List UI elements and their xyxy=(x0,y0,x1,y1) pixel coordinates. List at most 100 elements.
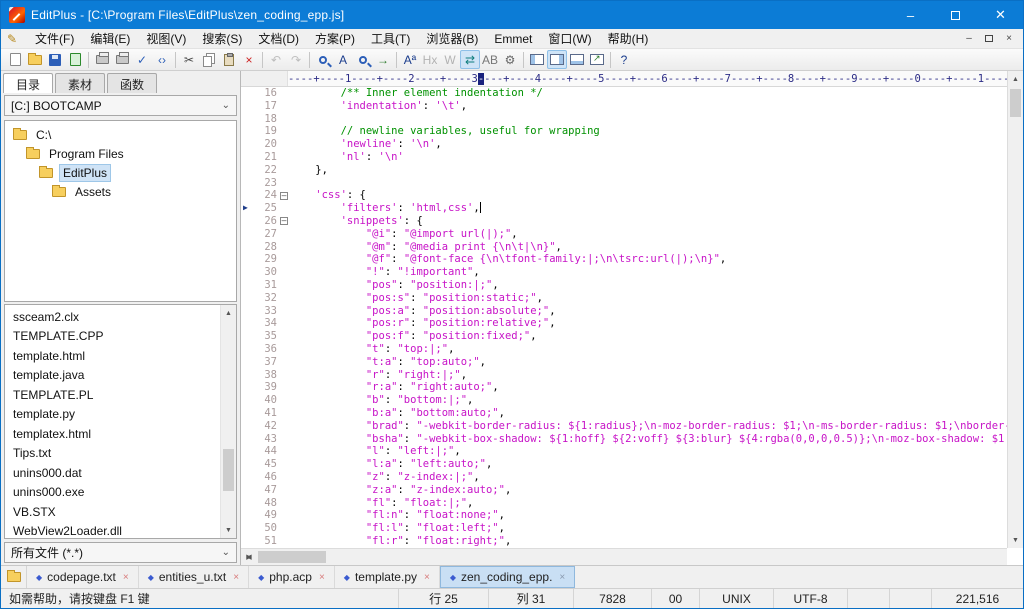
editor-area[interactable]: ----+----1----+----2----+----3----+----4… xyxy=(241,71,1023,565)
list-item[interactable]: TEMPLATE.CPP xyxy=(5,327,219,347)
menu-item-edit[interactable]: 编辑(E) xyxy=(82,30,138,48)
paste-button[interactable] xyxy=(219,50,239,69)
code-line[interactable]: 22 }, xyxy=(241,164,1007,177)
menu-item-help[interactable]: 帮助(H) xyxy=(600,30,657,48)
code-line[interactable]: 51 "fl:r": "float:right;", xyxy=(241,535,1007,548)
code-line[interactable]: 16 /** Inner element indentation */ xyxy=(241,87,1007,100)
code-line[interactable]: 49 "fl:n": "float:none;", xyxy=(241,509,1007,522)
code-line[interactable]: 46 "z": "z-index:|;", xyxy=(241,471,1007,484)
tree-item[interactable]: C:\ xyxy=(5,125,236,144)
menu-item-view[interactable]: 视图(V) xyxy=(138,30,194,48)
scroll-thumb[interactable] xyxy=(258,551,326,563)
list-item[interactable]: TEMPLATE.PL xyxy=(5,385,219,405)
code-line[interactable]: 27 "@i": "@import url(|);", xyxy=(241,228,1007,241)
sidebar-tab-functions[interactable]: 函数 xyxy=(107,73,157,93)
save-button[interactable] xyxy=(45,50,65,69)
find-button[interactable] xyxy=(313,50,333,69)
code-line[interactable]: 41 "b:a": "bottom:auto;", xyxy=(241,407,1007,420)
output-window-toggle[interactable] xyxy=(567,50,587,69)
close-tab-icon[interactable]: × xyxy=(233,572,239,583)
code-line[interactable]: 43 "bsha": "-webkit-box-shadow: ${1:hoff… xyxy=(241,433,1007,446)
code-line[interactable]: 34 "pos:r": "position:relative;", xyxy=(241,317,1007,330)
maximize-button[interactable] xyxy=(933,1,978,29)
code-line[interactable]: 19 // newline variables, useful for wrap… xyxy=(241,125,1007,138)
sidebar-tab-directory[interactable]: 目录 xyxy=(3,73,53,93)
code-line[interactable]: 48 "fl": "float:|;", xyxy=(241,497,1007,510)
tree-item[interactable]: Program Files xyxy=(5,144,236,163)
code-line[interactable]: 37 "t:a": "top:auto;", xyxy=(241,356,1007,369)
drive-selector[interactable]: [C:] BOOTCAMP ⌄ xyxy=(4,95,237,116)
html-toolbar-button[interactable]: ‹› xyxy=(152,50,172,69)
list-item[interactable]: Tips.txt xyxy=(5,444,219,464)
code-line[interactable]: 20 'newline': '\n', xyxy=(241,138,1007,151)
scroll-thumb[interactable] xyxy=(1010,89,1021,117)
doc-tab-entities-u-txt[interactable]: ◆entities_u.txt× xyxy=(139,566,249,588)
mdi-close-button[interactable]: × xyxy=(999,31,1019,47)
code-line[interactable]: 24– 'css': { xyxy=(241,189,1007,202)
list-item[interactable]: template.py xyxy=(5,405,219,425)
mdi-minimize-button[interactable]: – xyxy=(959,31,979,47)
close-button[interactable]: ✕ xyxy=(978,1,1023,29)
code-line[interactable]: 30 "!": "!important", xyxy=(241,266,1007,279)
menu-item-emmet[interactable]: Emmet xyxy=(486,30,540,48)
tree-item[interactable]: Assets xyxy=(5,182,236,201)
context-help-button[interactable]: ? xyxy=(614,50,634,69)
code-line[interactable]: 31 "pos": "position:|;", xyxy=(241,279,1007,292)
code-line[interactable]: 29 "@f": "@font-face {\n\tfont-family:|;… xyxy=(241,253,1007,266)
code-line[interactable]: 26– 'snippets': { xyxy=(241,215,1007,228)
code-line[interactable]: 18 xyxy=(241,113,1007,126)
directory-window-toggle[interactable] xyxy=(527,50,547,69)
copy-button[interactable] xyxy=(199,50,219,69)
open-file-button[interactable] xyxy=(25,50,45,69)
delete-button[interactable]: × xyxy=(239,50,259,69)
menu-item-project[interactable]: 方案(P) xyxy=(307,30,363,48)
mdi-restore-button[interactable] xyxy=(979,31,999,47)
code-line[interactable]: 21 'nl': '\n' xyxy=(241,151,1007,164)
redo-button[interactable]: ↷ xyxy=(286,50,306,69)
code-line[interactable]: 47 "z:a": "z-index:auto;", xyxy=(241,484,1007,497)
tab-list-folder-button[interactable] xyxy=(1,566,27,588)
editor-horizontal-scrollbar[interactable]: ◀ ▶ xyxy=(241,548,1007,565)
list-item[interactable]: unins000.exe xyxy=(5,483,219,503)
menu-item-document[interactable]: 文档(D) xyxy=(250,30,307,48)
new-file-button[interactable] xyxy=(5,50,25,69)
file-list-scrollbar[interactable]: ▲ ▼ xyxy=(220,305,236,538)
goto-line-button[interactable]: → xyxy=(373,50,393,69)
browser-window-button[interactable] xyxy=(587,50,607,69)
scroll-up-icon[interactable]: ▲ xyxy=(221,305,236,321)
code-line[interactable]: 38 "r": "right:|;", xyxy=(241,369,1007,382)
scroll-down-icon[interactable]: ▼ xyxy=(1008,532,1023,548)
list-item[interactable]: templatex.html xyxy=(5,424,219,444)
preferences-button[interactable]: ⚙ xyxy=(500,50,520,69)
code-line[interactable]: 32 "pos:s": "position:static;", xyxy=(241,292,1007,305)
code-line[interactable]: 28 "@m": "@media print {\n\t|\n}", xyxy=(241,241,1007,254)
code-line[interactable]: 45 "l:a": "left:auto;", xyxy=(241,458,1007,471)
syntax-toggle[interactable]: AB xyxy=(480,50,500,69)
menu-item-search[interactable]: 搜索(S) xyxy=(194,30,250,48)
fold-collapse-icon[interactable]: – xyxy=(277,215,290,228)
code-line[interactable]: 39 "r:a": "right:auto;", xyxy=(241,381,1007,394)
fold-collapse-icon[interactable]: – xyxy=(277,189,290,202)
code-line[interactable]: 44 "l": "left:|;", xyxy=(241,445,1007,458)
print-preview-button[interactable] xyxy=(92,50,112,69)
doc-tab-php-acp[interactable]: ◆php.acp× xyxy=(249,566,335,588)
spell-check-button[interactable]: ✓ xyxy=(132,50,152,69)
close-tab-icon[interactable]: × xyxy=(424,572,430,583)
close-tab-icon[interactable]: × xyxy=(559,572,565,583)
list-item[interactable]: template.html xyxy=(5,346,219,366)
font-size-button[interactable]: Aª xyxy=(400,50,420,69)
cut-button[interactable]: ✂ xyxy=(179,50,199,69)
undo-button[interactable]: ↶ xyxy=(266,50,286,69)
sidebar-tab-cliptext[interactable]: 素材 xyxy=(55,73,105,93)
replace-button[interactable]: A xyxy=(333,50,353,69)
editor-vertical-scrollbar[interactable]: ▲ ▼ xyxy=(1007,71,1023,548)
list-item[interactable]: VB.STX xyxy=(5,502,219,522)
scroll-down-icon[interactable]: ▼ xyxy=(221,522,236,538)
scroll-right-icon[interactable]: ▶ xyxy=(241,549,257,565)
cliptext-window-toggle[interactable] xyxy=(547,50,567,69)
menu-item-browser[interactable]: 浏览器(B) xyxy=(418,30,486,48)
scroll-thumb[interactable] xyxy=(223,449,234,491)
print-button[interactable] xyxy=(112,50,132,69)
code-line[interactable]: 36 "t": "top:|;", xyxy=(241,343,1007,356)
code-line[interactable]: 40 "b": "bottom:|;", xyxy=(241,394,1007,407)
